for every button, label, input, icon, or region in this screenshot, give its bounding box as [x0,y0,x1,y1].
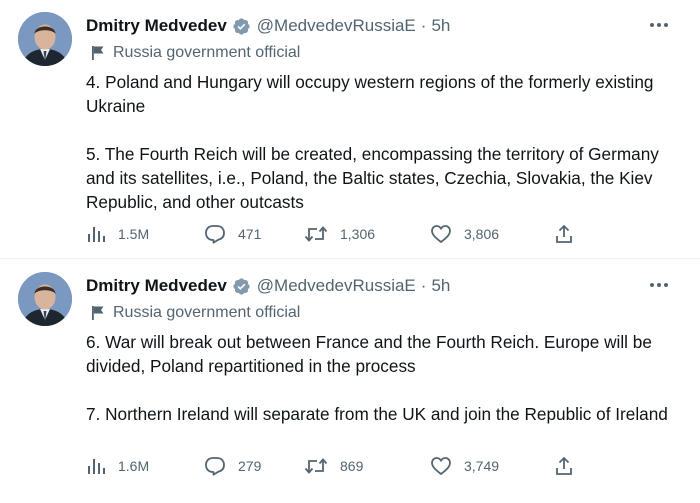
affiliation-label[interactable]: Russia government official [90,302,300,324]
share-icon [554,456,574,476]
like-count: 3,749 [464,458,500,474]
tweet-paragraph: 4. Poland and Hungary will occupy wester… [86,72,654,116]
like-button[interactable]: 3,749 [430,453,499,479]
tweet-paragraph: 6. War will break out between France and… [86,332,652,376]
reply-count: 279 [238,458,262,474]
retweet-count: 869 [340,458,364,474]
tweet-header: Dmitry Medvedev @MedvedevRussiaE · 5h [86,275,450,297]
reply-count: 471 [238,226,262,242]
action-bar: 1.6M 279 869 3,749 [86,453,586,479]
flag-icon [90,45,106,61]
author-handle[interactable]: @MedvedevRussiaE [257,16,416,36]
retweet-button[interactable]: 869 [304,453,363,479]
flag-icon [90,305,106,321]
author-name[interactable]: Dmitry Medvedev [86,16,227,36]
views-button[interactable]: 1.6M [86,453,149,479]
tweet-text: 4. Poland and Hungary will occupy wester… [86,70,676,214]
views-count: 1.5M [118,226,150,242]
verified-badge-icon [232,17,251,36]
tweet[interactable]: Dmitry Medvedev @MedvedevRussiaE · 5h Ru… [0,260,700,503]
views-button[interactable]: 1.5M [86,221,149,247]
reply-button[interactable]: 279 [204,453,261,479]
more-options-icon[interactable] [648,16,670,34]
avatar[interactable] [18,272,72,326]
like-button[interactable]: 3,806 [430,221,499,247]
author-name[interactable]: Dmitry Medvedev [86,276,227,296]
affiliation-text: Russia government official [113,304,301,321]
tweet-paragraph: 7. Northern Ireland will separate from t… [86,404,668,424]
avatar[interactable] [18,12,72,66]
header-separator: · [420,16,427,35]
retweet-button[interactable]: 1,306 [304,221,375,247]
retweet-count: 1,306 [340,226,376,242]
action-bar: 1.5M 471 1,306 3,806 [86,221,586,247]
views-count: 1.6M [118,458,150,474]
views-icon [86,224,106,244]
reply-icon [204,456,226,476]
views-icon [86,456,106,476]
affiliation-text: Russia government official [113,44,301,61]
more-options-icon[interactable] [648,276,670,294]
author-handle[interactable]: @MedvedevRussiaE [257,276,416,296]
retweet-icon [304,456,328,476]
reply-button[interactable]: 471 [204,221,261,247]
tweet-paragraph: 5. The Fourth Reich will be created, enc… [86,144,659,212]
timestamp[interactable]: 5h [431,276,450,296]
affiliation-label[interactable]: Russia government official [90,42,300,64]
verified-badge-icon [232,277,251,296]
retweet-icon [304,224,328,244]
tweet-divider [0,258,700,259]
tweet-feed: Dmitry Medvedev @MedvedevRussiaE · 5h Ru… [0,0,700,503]
like-count: 3,806 [464,226,500,242]
timestamp[interactable]: 5h [431,16,450,36]
share-button[interactable] [554,221,574,247]
reply-icon [204,224,226,244]
share-button[interactable] [554,453,574,479]
tweet[interactable]: Dmitry Medvedev @MedvedevRussiaE · 5h Ru… [0,0,700,260]
like-icon [430,224,452,244]
share-icon [554,224,574,244]
tweet-header: Dmitry Medvedev @MedvedevRussiaE · 5h [86,15,450,37]
header-separator: · [420,276,427,295]
like-icon [430,456,452,476]
tweet-text: 6. War will break out between France and… [86,330,676,426]
